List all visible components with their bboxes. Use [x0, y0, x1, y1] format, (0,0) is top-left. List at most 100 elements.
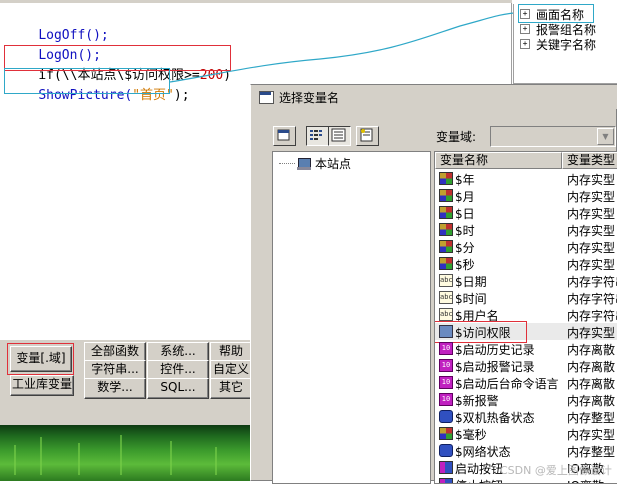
variable-type: 内存实型 — [567, 428, 616, 442]
real-variable-icon — [439, 257, 453, 270]
highlight-box-teal — [518, 4, 594, 23]
variable-row[interactable]: 10 $启动历史记录 内存离散 — [435, 340, 617, 357]
sql-functions-button[interactable]: SQL... — [147, 378, 209, 399]
real-variable-icon — [439, 206, 453, 219]
variable-row[interactable]: abc$时间 内存字符串 — [435, 289, 617, 306]
variable-name: $双机热备状态 — [455, 411, 535, 425]
large-icons-icon — [277, 129, 290, 141]
dialog-titlebar[interactable]: 选择变量名 — [251, 85, 617, 109]
list-view-button[interactable] — [306, 126, 329, 146]
variable-row[interactable]: $日 内存实型 — [435, 204, 617, 221]
variable-name: $年 — [455, 173, 475, 187]
variable-name: $月 — [455, 190, 475, 204]
list-view-icon — [310, 130, 322, 140]
chevron-down-icon[interactable]: ▼ — [597, 128, 614, 145]
io-discrete-icon — [439, 478, 453, 483]
tree-item-label: 关键字名称 — [536, 37, 597, 52]
variable-row[interactable]: $访问权限 内存实型 — [435, 321, 617, 343]
variable-type: 内存离散 — [567, 394, 616, 408]
variable-type: 内存字符串 — [567, 292, 617, 306]
variable-type: 内存实型 — [567, 224, 616, 238]
string-variable-icon: abc — [439, 291, 453, 304]
properties-button[interactable] — [356, 126, 379, 146]
grass-blade — [40, 437, 42, 475]
expand-icon[interactable]: + — [520, 39, 530, 49]
tree-item-keywords[interactable]: + 关键字名称 — [520, 37, 597, 52]
dialog-title: 选择变量名 — [279, 91, 340, 105]
variable-name: $启动历史记录 — [455, 343, 535, 357]
io-discrete-icon — [439, 461, 453, 474]
highlight-box-red — [7, 343, 74, 375]
highlight-box-teal — [4, 68, 170, 94]
industrial-variable-button[interactable]: 工业库变量 — [10, 375, 74, 396]
integer-variable-icon — [439, 444, 453, 457]
real-variable-icon — [439, 189, 453, 202]
variable-row[interactable]: $年 内存实型 — [435, 170, 617, 187]
string-variable-icon: abc — [439, 274, 453, 287]
variable-row[interactable]: $秒 内存实型 — [435, 255, 617, 272]
variable-row[interactable]: 10 $启动报警记录 内存离散 — [435, 357, 617, 374]
tree-item-local-site[interactable]: 本站点 — [279, 155, 351, 172]
variable-name: 启动按钮 — [455, 462, 504, 476]
variable-name: $新报警 — [455, 394, 499, 408]
variable-row[interactable]: $月 内存实型 — [435, 187, 617, 204]
grass-blade — [14, 445, 16, 475]
details-view-button[interactable] — [328, 126, 351, 146]
discrete-variable-icon: 10 — [439, 342, 453, 355]
variable-type: 内存整型 — [567, 445, 616, 459]
properties-icon — [360, 128, 373, 142]
variable-domain-select[interactable]: ▼ — [490, 126, 616, 147]
math-functions-button[interactable]: 数学... — [84, 378, 146, 399]
variable-row[interactable]: 10 $新报警 内存离散 — [435, 391, 617, 408]
variable-name: $毫秒 — [455, 428, 487, 442]
variable-row[interactable]: $分 内存实型 — [435, 238, 617, 255]
variable-type: 内存实型 — [567, 207, 616, 221]
real-variable-icon — [439, 427, 453, 440]
variable-name: $日 — [455, 207, 475, 221]
variable-name: $秒 — [455, 258, 475, 272]
discrete-variable-icon: 10 — [439, 376, 453, 389]
variable-row[interactable]: abc$日期 内存字符串 — [435, 272, 617, 289]
site-tree[interactable]: 本站点 — [272, 151, 431, 484]
discrete-variable-icon: 10 — [439, 359, 453, 372]
function-button-panel: 变量[.域] 工业库变量 全部函数 字符串... 数学... 系统... 控件.… — [0, 340, 252, 425]
computer-icon — [297, 157, 311, 170]
variable-row[interactable]: $双机热备状态 内存整型 — [435, 408, 617, 425]
tree-item-label: 本站点 — [315, 157, 352, 171]
variable-name: $时 — [455, 224, 475, 238]
large-icons-view-button[interactable] — [273, 126, 296, 146]
object-tree[interactable]: + 画面名称 + 报警组名称 + 关键字名称 — [513, 4, 617, 84]
variable-domain-label: 变量域: — [436, 130, 477, 144]
tree-item-alarm-groups[interactable]: + 报警组名称 — [520, 22, 596, 37]
variable-list[interactable]: 变量名称 变量类型 $年 内存实型 $月 内存实型 $日 内存实型 $时 内存实型 $分 内存实型… — [434, 151, 617, 484]
variable-row[interactable]: 10 $启动后台命令语言 内存离散 — [435, 374, 617, 391]
variable-type: 内存整型 — [567, 411, 616, 425]
column-header-type[interactable]: 变量类型 — [562, 152, 617, 169]
variable-row[interactable]: $时 内存实型 — [435, 221, 617, 238]
variable-name: $网络状态 — [455, 445, 511, 459]
column-header-name[interactable]: 变量名称 — [435, 152, 562, 169]
real-variable-icon — [439, 223, 453, 236]
grass-blade — [78, 443, 80, 475]
variable-name: $日期 — [455, 275, 487, 289]
real-variable-icon — [439, 240, 453, 253]
tree-connector — [279, 163, 295, 164]
grass-blade — [170, 441, 172, 475]
variable-type: 内存实型 — [567, 173, 616, 187]
expand-icon[interactable]: + — [520, 24, 530, 34]
variable-type: 内存实型 — [567, 326, 616, 340]
variable-row[interactable]: $网络状态 内存整型 — [435, 442, 617, 459]
other-functions-button[interactable]: 其它 — [210, 378, 252, 399]
variable-row[interactable]: $毫秒 内存实型 — [435, 425, 617, 442]
variable-name: $启动后台命令语言 — [455, 377, 559, 391]
window-icon — [259, 91, 274, 104]
variable-type: 内存离散 — [567, 343, 616, 357]
grass-blade — [120, 435, 122, 475]
variable-type: 内存实型 — [567, 258, 616, 272]
variable-type: 内存字符串 — [567, 309, 617, 323]
variable-type: 内存实型 — [567, 241, 616, 255]
watermark: CSDN @爱上图像设计 — [500, 464, 612, 477]
select-variable-dialog: 选择变量名 变量域: ▼ 本站点 变量名称 变量类型 $年 内存实型 $月 内存… — [250, 84, 617, 484]
editor-top-border — [0, 0, 512, 3]
variable-type: 内存字符串 — [567, 275, 617, 289]
